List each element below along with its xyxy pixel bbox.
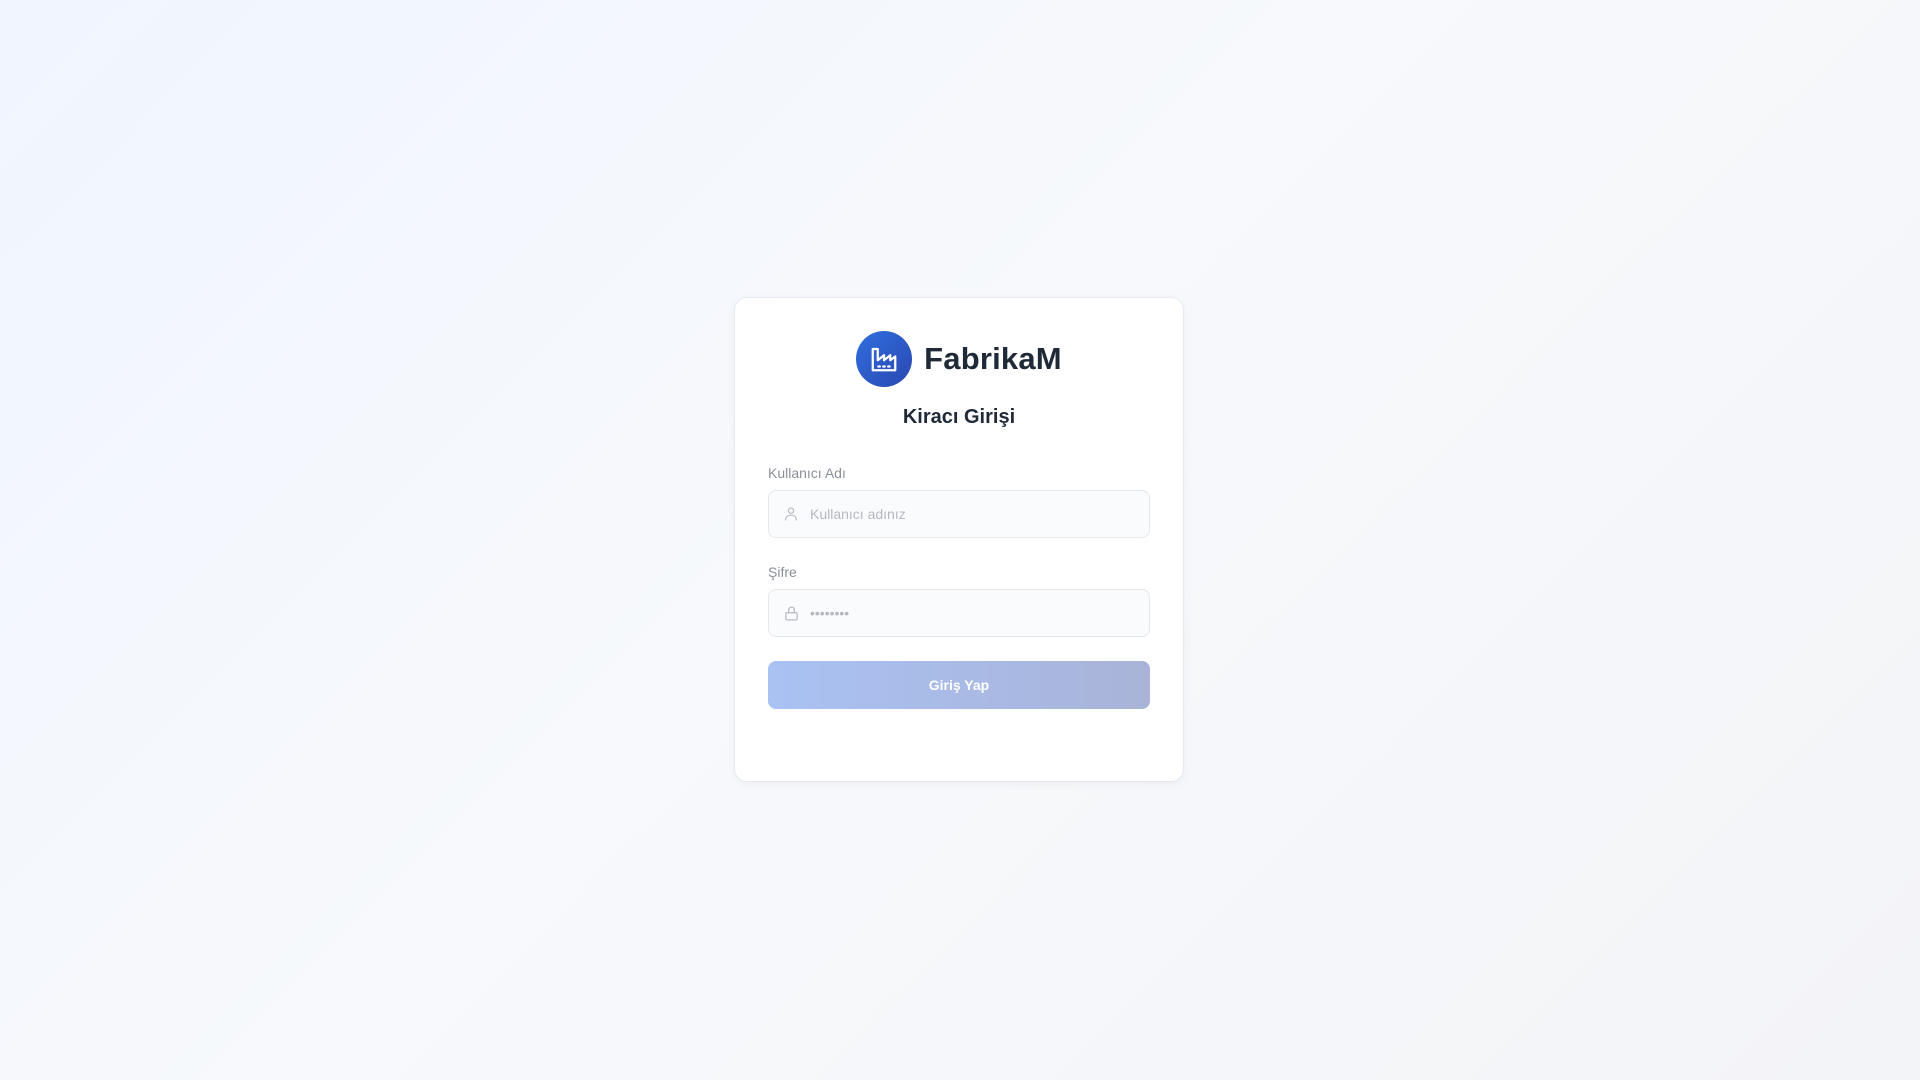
user-icon [782, 505, 800, 523]
username-input-wrapper[interactable] [768, 490, 1150, 538]
username-field-group: Kullanıcı Adı [768, 465, 1150, 538]
page-title: Kiracı Girişi [902, 406, 1016, 428]
brand-name: FabrikaM [924, 341, 1062, 376]
username-label: Kullanıcı Adı [768, 465, 846, 481]
login-form: Kullanıcı Adı Şifre [768, 465, 1150, 709]
brand-header: FabrikaM [768, 331, 1150, 387]
lock-icon [782, 604, 800, 622]
username-input[interactable] [810, 491, 1149, 537]
password-input-wrapper[interactable] [768, 589, 1150, 637]
password-field-group: Şifre [768, 564, 1150, 637]
login-button[interactable]: Giriş Yap [768, 661, 1150, 709]
login-card: FabrikaM Kiracı Girişi Kullanıcı Adı Şif… [735, 298, 1183, 781]
password-label: Şifre [768, 564, 797, 580]
factory-icon [856, 331, 913, 387]
password-input[interactable] [810, 590, 1149, 636]
